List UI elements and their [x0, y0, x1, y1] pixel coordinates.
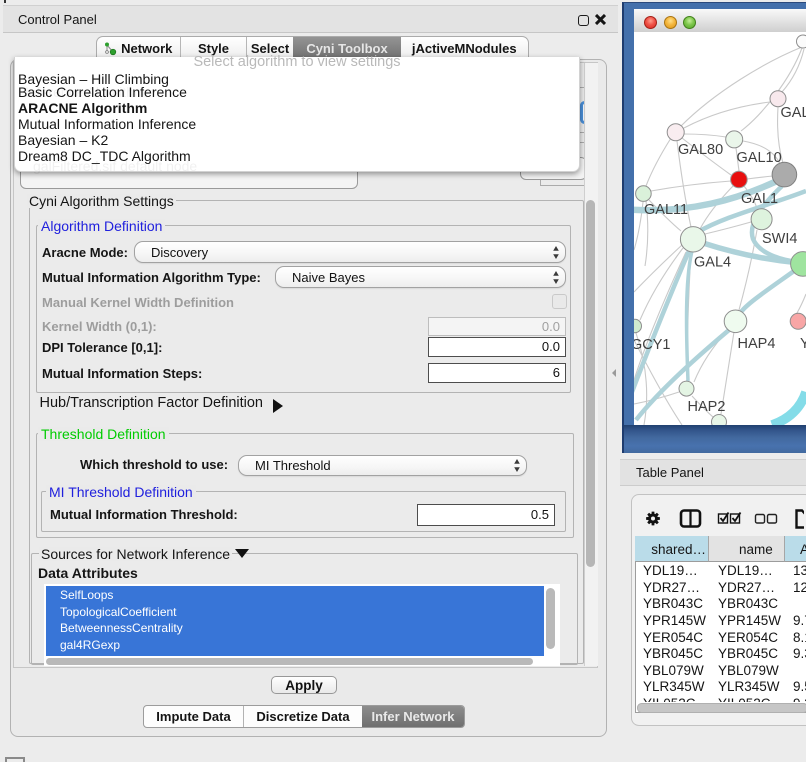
- svg-text:YM: YM: [800, 336, 806, 352]
- svg-text:GCY1: GCY1: [634, 337, 671, 353]
- svg-text:GAL80: GAL80: [678, 142, 723, 158]
- svg-text:GAL7: GAL7: [781, 105, 806, 121]
- svg-text:HAP2: HAP2: [688, 399, 726, 415]
- svg-text:GAL4: GAL4: [694, 255, 731, 271]
- svg-text:GAL1: GAL1: [741, 191, 778, 207]
- svg-text:GAL11: GAL11: [644, 202, 688, 218]
- svg-text:GAL10: GAL10: [737, 150, 782, 166]
- svg-text:HAP4: HAP4: [738, 336, 776, 352]
- svg-text:SWI4: SWI4: [762, 231, 797, 247]
